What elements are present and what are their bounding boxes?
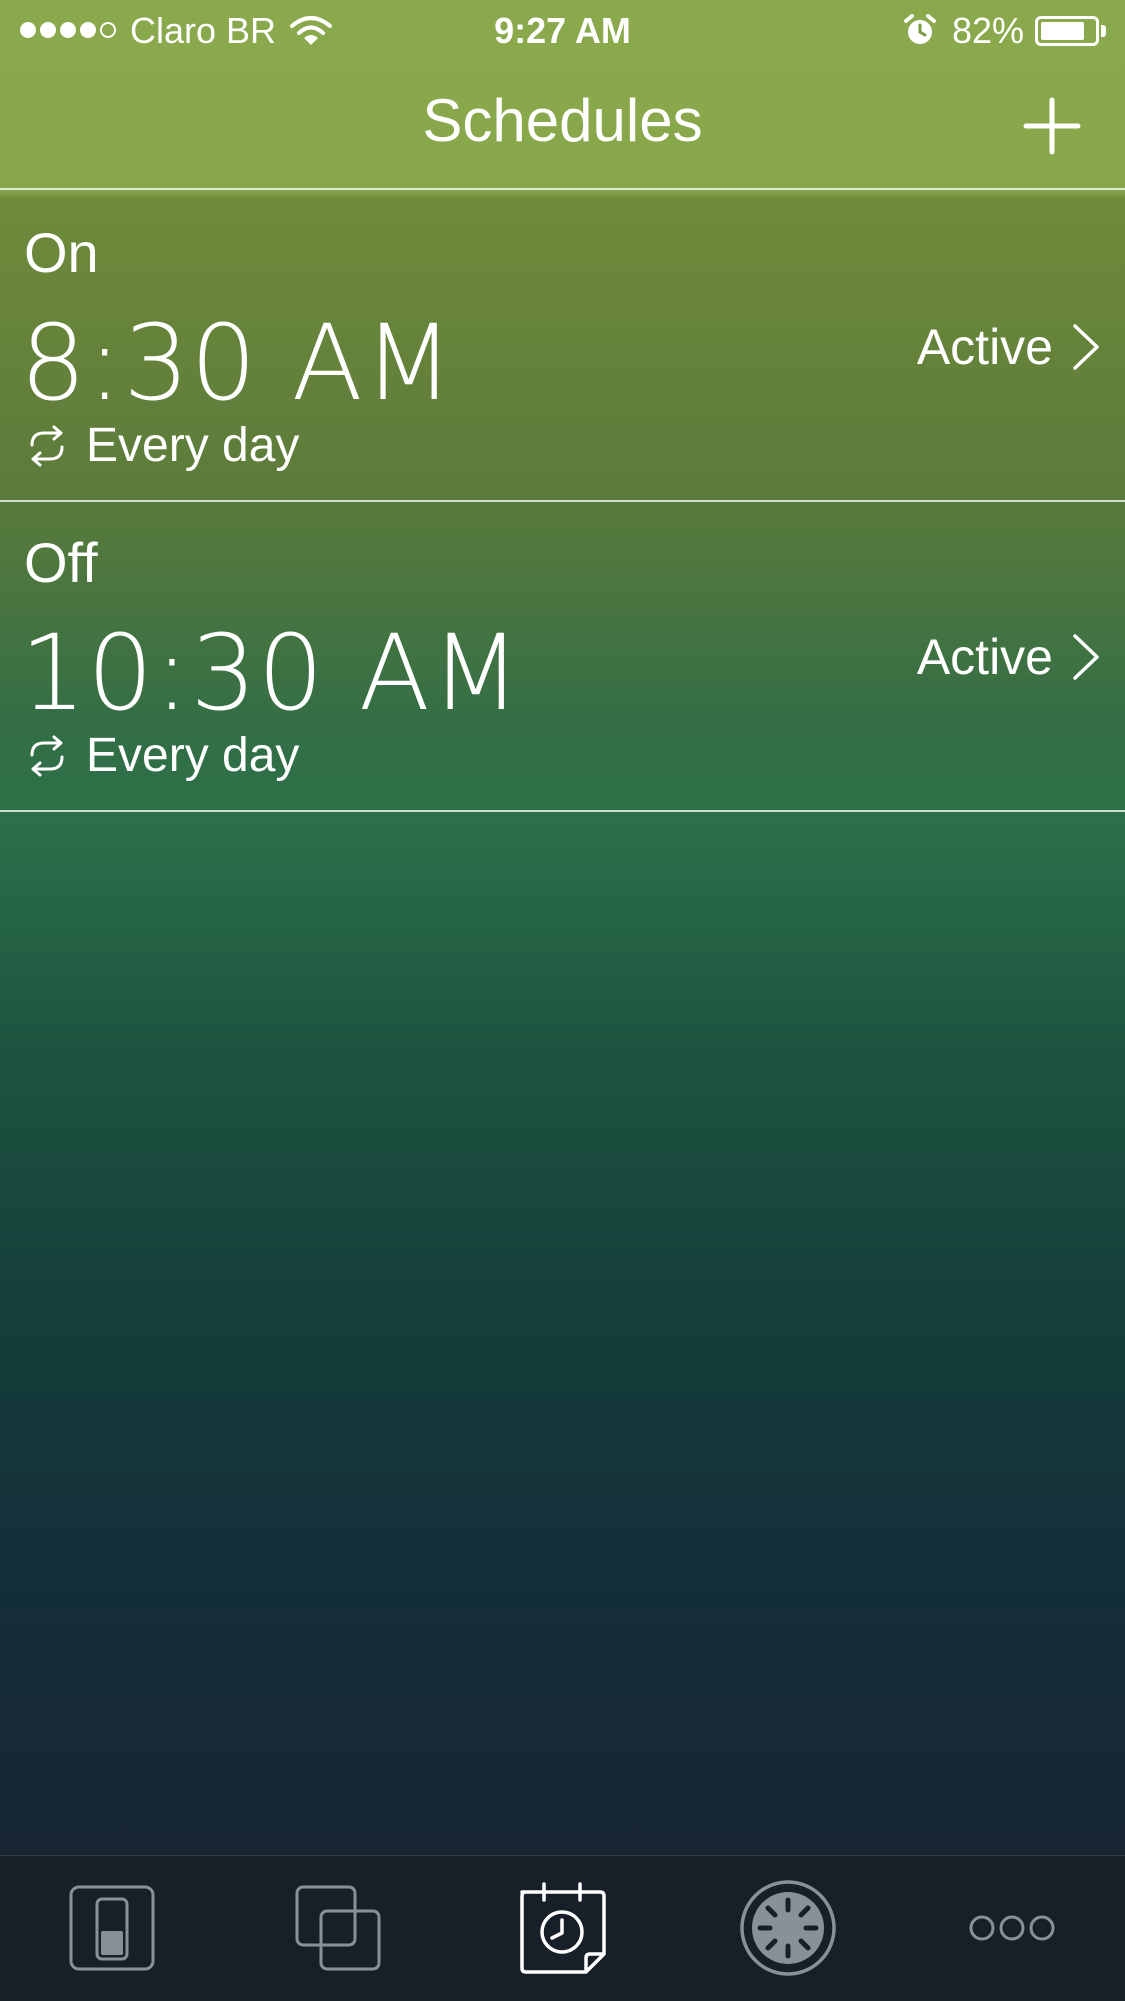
chevron-right-icon <box>1073 324 1099 370</box>
navigation-bar: Schedules <box>0 62 1125 190</box>
schedule-calendar-icon <box>520 1882 606 1974</box>
add-schedule-button[interactable] <box>1020 94 1084 158</box>
tab-switches[interactable] <box>62 1878 162 1978</box>
tab-more[interactable] <box>962 1878 1062 1978</box>
battery-level-fill <box>1041 22 1084 40</box>
plus-icon <box>1023 97 1081 155</box>
groups-icon <box>295 1885 381 1971</box>
schedule-time: 8:30 AM <box>20 302 455 424</box>
tab-dimmers[interactable] <box>738 1878 838 1978</box>
dimmer-dial-icon <box>740 1880 836 1976</box>
more-icon <box>969 1915 1055 1941</box>
page-title: Schedules <box>422 87 703 154</box>
repeat-icon <box>30 425 64 466</box>
tab-groups[interactable] <box>288 1878 388 1978</box>
tab-bar <box>0 1855 1125 2001</box>
repeat-icon <box>30 735 64 776</box>
schedule-state: Off <box>24 531 98 594</box>
schedule-list: On 8:30 AM Every day Active Off 10:30 AM <box>0 192 1125 812</box>
status-bar: Claro BR 9:27 AM 82% <box>0 0 1125 62</box>
schedule-repeat: Every day <box>24 728 299 783</box>
tab-schedules[interactable] <box>512 1878 612 1978</box>
switch-icon <box>69 1885 155 1971</box>
schedule-status: Active <box>917 318 1101 376</box>
battery-icon <box>1035 16 1099 46</box>
schedule-status: Active <box>917 628 1101 686</box>
battery-percent: 82% <box>952 10 1025 51</box>
schedule-status-label: Active <box>916 629 1053 685</box>
chevron-right-icon <box>1073 634 1099 680</box>
schedule-status-label: Active <box>916 319 1053 375</box>
schedule-repeat-label: Every day <box>86 729 300 782</box>
battery-nub <box>1101 25 1106 37</box>
schedule-row[interactable]: On 8:30 AM Every day Active <box>0 192 1125 502</box>
schedule-repeat-label: Every day <box>86 419 300 472</box>
schedule-time: 10:30 AM <box>20 612 522 734</box>
alarm-clock-icon <box>902 12 938 57</box>
schedule-row[interactable]: Off 10:30 AM Every day Active <box>0 502 1125 812</box>
schedule-repeat: Every day <box>24 418 299 473</box>
schedule-state: On <box>24 221 99 284</box>
